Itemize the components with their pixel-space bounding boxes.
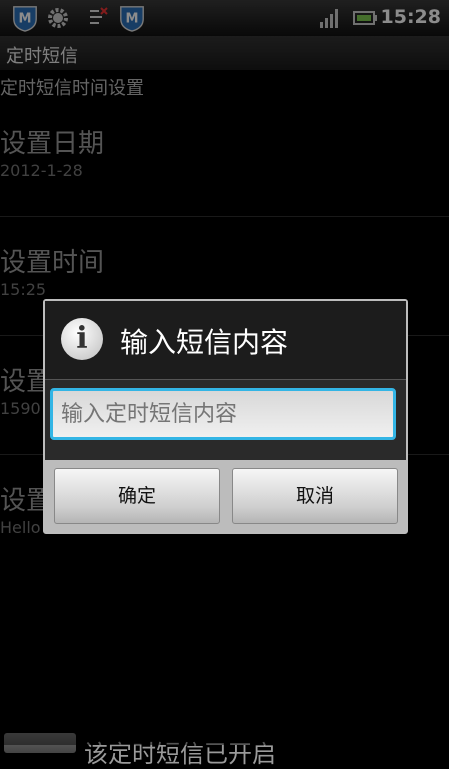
- cancel-button[interactable]: 取消: [232, 468, 398, 524]
- dialog-button-bar: 确定 取消: [45, 460, 406, 532]
- dialog-title: 输入短信内容: [120, 326, 289, 359]
- info-icon: i: [61, 318, 103, 360]
- input-dialog: i 输入短信内容 确定 取消: [43, 299, 408, 534]
- dialog-body: [45, 380, 406, 460]
- sms-content-input[interactable]: [50, 388, 396, 440]
- dialog-header: i 输入短信内容: [45, 301, 406, 380]
- confirm-button[interactable]: 确定: [54, 468, 220, 524]
